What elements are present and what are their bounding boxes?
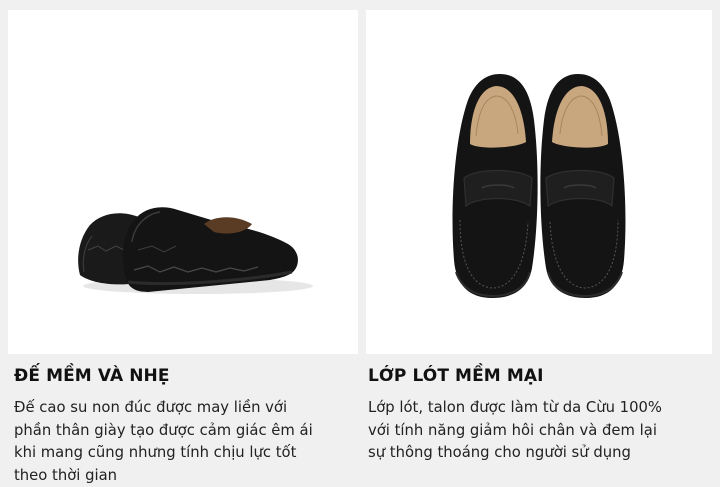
description-line: khi mang cũng nhưng tính chịu lực tốt bbox=[14, 442, 354, 465]
shoe-top-view-image bbox=[366, 10, 712, 354]
description-line: theo thời gian bbox=[14, 465, 354, 487]
feature-description-sole: Đế cao su non đúc được may liền với phần… bbox=[14, 397, 354, 487]
loafers-rear-illustration bbox=[8, 10, 358, 354]
feature-card-lining: LỚP LÓT MỀM MẠI Lớp lót, talon được làm … bbox=[362, 0, 714, 485]
loafers-top-illustration bbox=[366, 10, 712, 354]
description-line: với tính năng giảm hôi chân và đem lại bbox=[368, 420, 708, 443]
description-line: sự thông thoáng cho người sử dụng bbox=[368, 442, 708, 465]
description-line: Đế cao su non đúc được may liền với bbox=[14, 397, 354, 420]
feature-title-lining: LỚP LÓT MỀM MẠI bbox=[368, 366, 544, 386]
feature-card-sole: ĐẾ MỀM VÀ NHẸ Đế cao su non đúc được may… bbox=[8, 0, 360, 485]
shoe-rear-view-image bbox=[8, 10, 358, 354]
feature-description-lining: Lớp lót, talon được làm từ da Cừu 100% v… bbox=[368, 397, 708, 465]
right-loafer bbox=[540, 74, 625, 298]
description-line: phần thân giày tạo được cảm giác êm ái bbox=[14, 420, 354, 443]
feature-title-sole: ĐẾ MỀM VÀ NHẸ bbox=[14, 366, 170, 386]
left-loafer bbox=[453, 74, 538, 298]
description-line: Lớp lót, talon được làm từ da Cừu 100% bbox=[368, 397, 708, 420]
